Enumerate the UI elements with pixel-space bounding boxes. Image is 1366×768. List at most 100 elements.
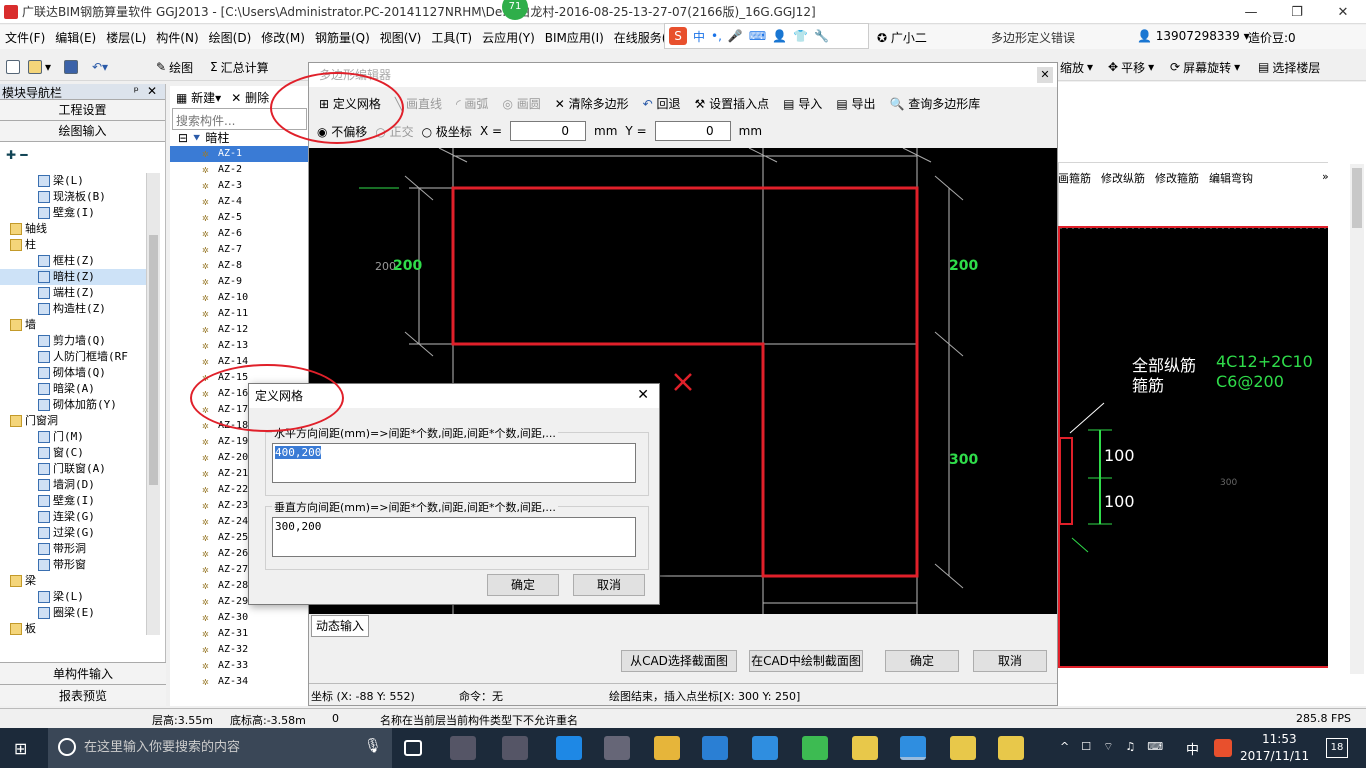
query-library-button[interactable]: 🔍 查询多边形库: [889, 95, 980, 112]
component-item[interactable]: AZ-1: [170, 146, 309, 162]
component-item[interactable]: AZ-11: [170, 306, 309, 322]
pin-icon[interactable]: ᵖ: [134, 84, 147, 98]
ie-icon[interactable]: [702, 736, 728, 760]
draw-arc-button[interactable]: ◜ 画弧: [456, 95, 488, 112]
single-input-button[interactable]: 单构件输入: [0, 662, 166, 684]
dialog-close-icon[interactable]: ✕: [637, 387, 649, 403]
nav-tree-item[interactable]: 连梁(G): [0, 509, 150, 525]
nav-tree-item[interactable]: 现浇板(B): [0, 189, 150, 205]
undo-button[interactable]: ↶ 回退: [643, 95, 681, 112]
component-item[interactable]: AZ-31: [170, 626, 309, 642]
windows-start-icon[interactable]: ⊞: [14, 740, 32, 758]
project-settings-button[interactable]: 工程设置: [0, 100, 165, 121]
nav-tree-item[interactable]: 壁龛(I): [0, 493, 150, 509]
menu-item[interactable]: 构件(N): [151, 29, 203, 46]
nav-tree-item[interactable]: 轴线: [0, 221, 150, 237]
menu-item[interactable]: BIM应用(I): [540, 29, 609, 46]
user-account[interactable]: 👤 13907298339 ▾: [1132, 29, 1255, 43]
tray-icons[interactable]: ^☐⌔♫⌨: [1060, 740, 1175, 754]
nav-tree-item[interactable]: 梁: [0, 573, 150, 589]
menu-item[interactable]: 视图(V): [375, 29, 427, 46]
nav-tree-item[interactable]: 砌体墙(Q): [0, 365, 150, 381]
component-item[interactable]: AZ-34: [170, 674, 309, 690]
nav-tree-item[interactable]: 暗柱(Z): [0, 269, 150, 285]
menu-item[interactable]: 绘图(D): [204, 29, 257, 46]
component-item[interactable]: AZ-32: [170, 642, 309, 658]
component-item[interactable]: AZ-6: [170, 226, 309, 242]
app-notes-icon[interactable]: [998, 736, 1024, 760]
nav-tree-item[interactable]: 人防门框墙(RF: [0, 349, 150, 365]
component-item[interactable]: AZ-5: [170, 210, 309, 226]
component-item[interactable]: AZ-12: [170, 322, 309, 338]
component-item[interactable]: AZ-2: [170, 162, 309, 178]
ime-indicator[interactable]: 中: [1186, 739, 1199, 758]
nav-tree-item[interactable]: 剪力墙(Q): [0, 333, 150, 349]
app-green-icon[interactable]: [802, 736, 828, 760]
nav-tree-item[interactable]: 门(M): [0, 429, 150, 445]
restore-icon[interactable]: ❐: [1274, 0, 1320, 24]
component-item[interactable]: AZ-8: [170, 258, 309, 274]
open-folder-icon[interactable]: ▾: [28, 57, 51, 77]
vertical-spacing-input[interactable]: 300,200: [272, 517, 636, 557]
dialog-ok-button[interactable]: 确定: [487, 574, 559, 596]
notification-icon[interactable]: 18: [1326, 738, 1348, 758]
minimize-icon[interactable]: —: [1228, 0, 1274, 24]
component-item[interactable]: AZ-30: [170, 610, 309, 626]
export-button[interactable]: ▤ 导出: [836, 95, 875, 112]
section-canvas[interactable]: 全部纵筋 箍筋 4C12+2C10 C6@200 100 100 300: [1058, 226, 1332, 668]
sogou-tray-icon[interactable]: [1214, 739, 1232, 757]
store-icon[interactable]: [604, 736, 630, 760]
import-button[interactable]: ▤ 导入: [783, 95, 822, 112]
menu-item[interactable]: 云应用(Y): [477, 29, 540, 46]
draw-circle-button[interactable]: ◎ 画圆: [502, 95, 540, 112]
nav-tree-item[interactable]: 梁(L): [0, 589, 150, 605]
menu-item[interactable]: 楼层(L): [101, 29, 151, 46]
menu-item[interactable]: 编辑(E): [50, 29, 101, 46]
nav-tree-item[interactable]: 带形洞: [0, 541, 150, 557]
nav-tree-item[interactable]: 门窗洞: [0, 413, 150, 429]
clock-date[interactable]: 2017/11/11: [1240, 749, 1309, 763]
sum-button[interactable]: Σ 汇总计算: [210, 57, 269, 77]
menu-item[interactable]: 工具(T): [426, 29, 477, 46]
edge-icon[interactable]: [556, 736, 582, 760]
clear-polygon-button[interactable]: ✕ 清除多边形: [555, 95, 629, 112]
dialog-cancel-button[interactable]: 取消: [573, 574, 645, 596]
editor-ok-button[interactable]: 确定: [885, 650, 959, 672]
close-icon[interactable]: ✕: [1320, 0, 1366, 24]
nav-tree-item[interactable]: 过梁(G): [0, 525, 150, 541]
glodon-icon[interactable]: [752, 736, 778, 760]
y-input[interactable]: 0: [654, 121, 731, 141]
ime-toolbar[interactable]: S 中 •, 🎤 ⌨ 👤 👕 🔧: [664, 23, 869, 49]
zoom-button[interactable]: 缩放 ▾: [1060, 57, 1093, 77]
report-preview-button[interactable]: 报表预览: [0, 684, 166, 706]
save-icon[interactable]: [64, 57, 78, 77]
nav-tree-item[interactable]: 窗(C): [0, 445, 150, 461]
component-item[interactable]: AZ-9: [170, 274, 309, 290]
rebar-tab[interactable]: 修改箍筋: [1155, 170, 1199, 186]
assistant-button[interactable]: ✪ 广小二: [872, 29, 932, 46]
drawing-input-button[interactable]: 绘图输入: [0, 121, 165, 142]
nav-tree-item[interactable]: 带形窗: [0, 557, 150, 573]
nav-tree-item[interactable]: 梁(L): [0, 173, 150, 189]
nav-tree-item[interactable]: 壁龛(I): [0, 205, 150, 221]
editor-close-icon[interactable]: ✕: [1037, 67, 1053, 83]
delete-component-button[interactable]: ✕ 删除: [231, 89, 269, 106]
undo-icon[interactable]: ↶▾: [92, 57, 108, 77]
task-view-icon[interactable]: [404, 740, 422, 756]
nav-scrollbar[interactable]: [146, 173, 160, 635]
cad-draw-button[interactable]: 在CAD中绘制截面图: [749, 650, 863, 672]
pan-button[interactable]: ✥ 平移 ▾: [1108, 57, 1154, 77]
component-item[interactable]: AZ-3: [170, 178, 309, 194]
insert-point-button[interactable]: ⚒ 设置插入点: [695, 95, 770, 112]
nav-tree-item[interactable]: 框柱(Z): [0, 253, 150, 269]
editor-cancel-button[interactable]: 取消: [973, 650, 1047, 672]
horizontal-spacing-input[interactable]: 400,200: [272, 443, 636, 483]
cad-select-button[interactable]: 从CAD选择截面图: [621, 650, 737, 672]
component-item[interactable]: AZ-10: [170, 290, 309, 306]
new-file-icon[interactable]: [6, 57, 20, 77]
app-fan-icon[interactable]: [450, 736, 476, 760]
component-item[interactable]: AZ-13: [170, 338, 309, 354]
rotate-button[interactable]: ⟳ 屏幕旋转 ▾: [1170, 57, 1240, 77]
nav-tree-item[interactable]: 构造柱(Z): [0, 301, 150, 317]
explorer-icon[interactable]: [654, 736, 680, 760]
